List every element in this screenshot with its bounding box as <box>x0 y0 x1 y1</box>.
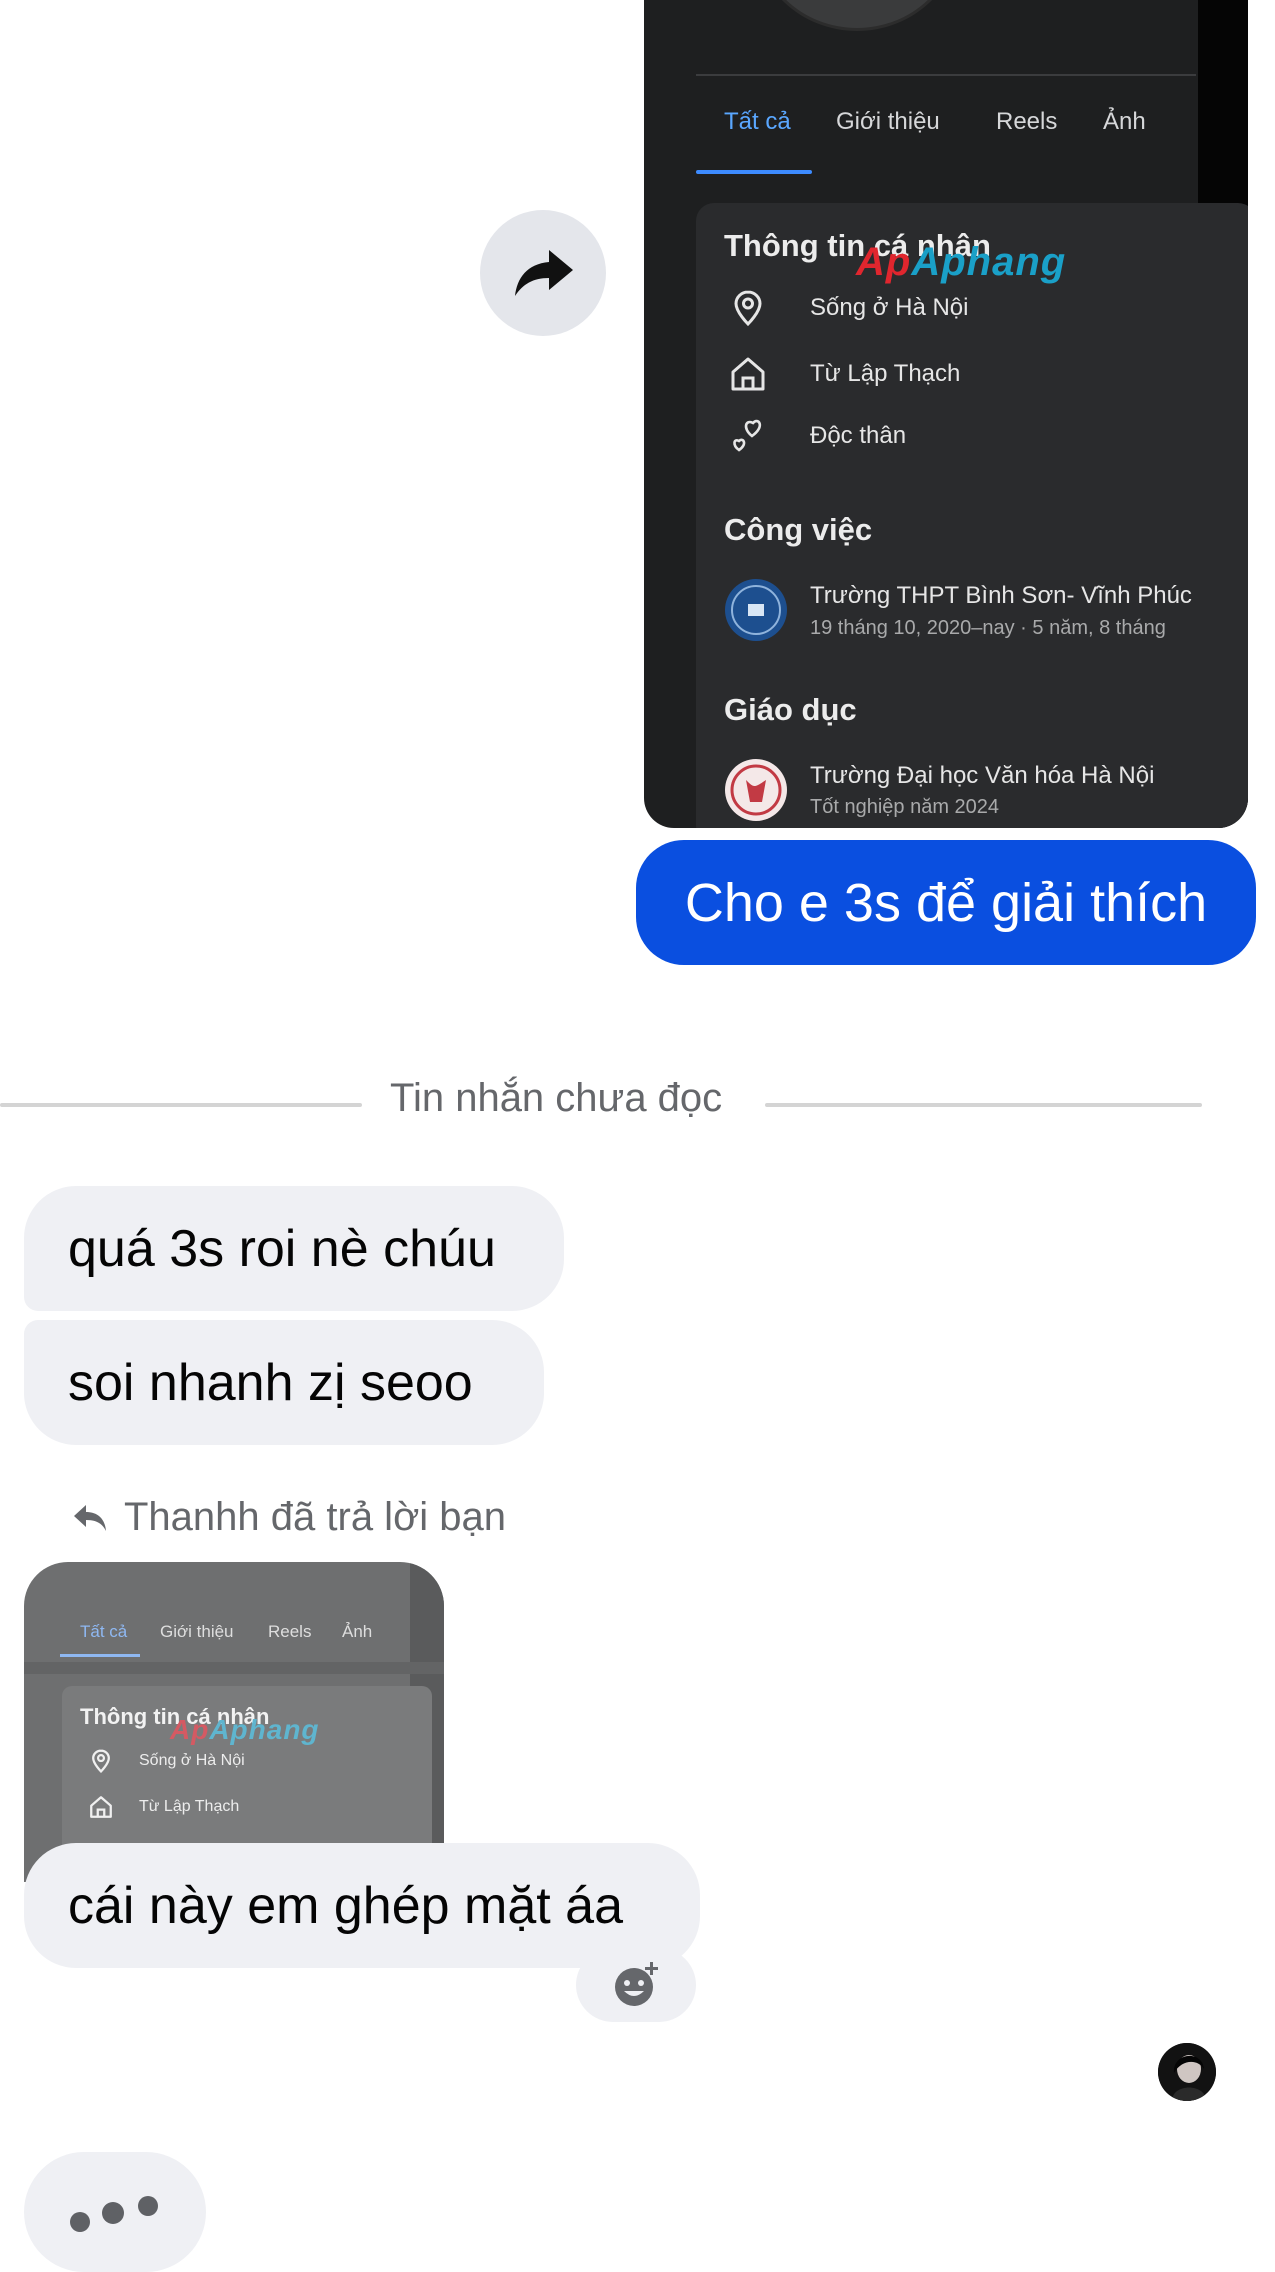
work-duration: 19 tháng 10, 2020–nay · 5 năm, 8 tháng <box>810 617 1166 639</box>
tab-photos: Ảnh <box>1103 108 1146 135</box>
add-reaction-icon <box>615 1962 658 2006</box>
work-heading: Công việc <box>724 512 873 547</box>
seen-avatar <box>1158 2043 1216 2101</box>
add-reaction-button[interactable] <box>576 1948 696 2022</box>
profile-tabs: Tất cả Giới thiệu Reels Ảnh <box>644 108 1204 168</box>
preview-tab-reels: Reels <box>268 1622 312 1641</box>
typing-dot <box>138 2196 158 2216</box>
active-tab-indicator <box>696 170 812 174</box>
typing-indicator <box>24 2152 206 2272</box>
watermark: ApAphang <box>856 240 1067 284</box>
work-place: Trường THPT Bình Sơn- Vĩnh Phúc <box>810 582 1192 609</box>
education-school: Trường Đại học Văn hóa Hà Nội <box>810 762 1155 789</box>
divider <box>696 74 1196 76</box>
divider-line-left <box>0 1103 362 1107</box>
school-logo <box>725 579 787 641</box>
forward-arrow-icon <box>515 250 573 296</box>
profile-avatar <box>754 0 960 31</box>
home-icon <box>90 1796 112 1818</box>
preview-band <box>24 1662 444 1674</box>
replied-image-preview[interactable]: Tất cả Giới thiệu Reels Ảnh Thông tin cá… <box>24 1562 444 1882</box>
reply-indicator: Thanhh đã trả lời bạn <box>72 1495 506 1540</box>
outgoing-message-bubble[interactable]: Cho e 3s để giải thích <box>636 840 1256 965</box>
preview-row-text: Sống ở Hà Nội <box>139 1752 245 1769</box>
typing-dot <box>70 2212 90 2232</box>
home-icon <box>731 357 765 391</box>
from-text: Từ Lập Thạch <box>810 360 961 387</box>
education-heading: Giáo dục <box>724 692 857 727</box>
preview-row-text: Từ Lập Thạch <box>139 1798 240 1815</box>
tab-all: Tất cả <box>724 108 791 135</box>
preview-tab-all: Tất cả <box>80 1622 128 1641</box>
preview-tab-photos: Ảnh <box>342 1622 373 1641</box>
incoming-message-bubble[interactable]: quá 3s roi nè chúu <box>24 1186 564 1311</box>
lives-in-text: Sống ở Hà Nội <box>810 294 969 321</box>
divider-line-right <box>765 1103 1202 1107</box>
forward-button[interactable] <box>480 210 606 336</box>
preview-tab-about: Giới thiệu <box>160 1622 234 1641</box>
education-detail: Tốt nghiệp năm 2024 <box>810 796 1000 818</box>
reply-arrow-icon <box>74 1504 106 1531</box>
typing-dot <box>102 2202 124 2224</box>
shared-profile-screenshot[interactable]: Tất cả Giới thiệu Reels Ảnh Thông tin cá… <box>644 0 1248 828</box>
incoming-message-bubble[interactable]: soi nhanh zị seoo <box>24 1320 544 1445</box>
hearts-icon <box>733 419 762 452</box>
preview-watermark: ApAphang <box>170 1714 320 1745</box>
reply-indicator-text: Thanhh đã trả lời bạn <box>124 1495 507 1539</box>
unread-label: Tin nhắn chưa đọc <box>390 1076 723 1120</box>
university-logo <box>725 759 787 821</box>
location-pin-icon <box>734 290 762 327</box>
avatar <box>1158 2043 1216 2101</box>
unread-divider: Tin nhắn chưa đọc <box>0 1070 1275 1140</box>
preview-active-tab-indicator <box>60 1654 140 1657</box>
relationship-text: Độc thân <box>810 422 907 449</box>
tab-reels: Reels <box>996 108 1058 135</box>
tab-about: Giới thiệu <box>836 108 940 135</box>
location-pin-icon <box>92 1749 110 1774</box>
reply-message-bubble[interactable]: cái này em ghép mặt áa <box>24 1843 700 1968</box>
